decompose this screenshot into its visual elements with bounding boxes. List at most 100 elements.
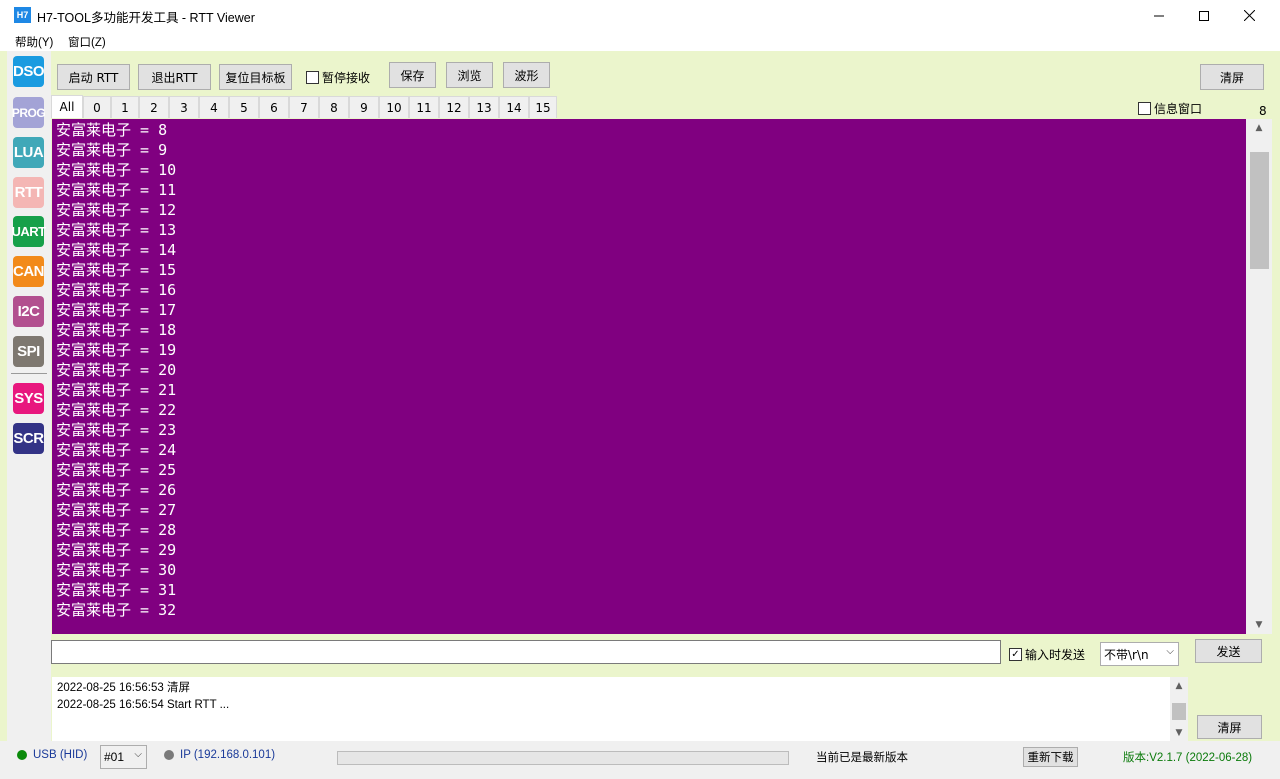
usb-status: USB (HID) bbox=[17, 749, 87, 761]
tab-channel-10[interactable]: 10 bbox=[379, 96, 409, 118]
terminal-line: 安富莱电子 = 17 bbox=[56, 301, 177, 319]
reset-target-button[interactable]: 复位目标板 bbox=[219, 64, 292, 90]
tab-channel-8[interactable]: 8 bbox=[319, 96, 349, 118]
terminal-line: 安富莱电子 = 23 bbox=[56, 421, 177, 439]
save-button[interactable]: 保存 bbox=[389, 62, 436, 88]
log-scroll-thumb[interactable] bbox=[1172, 703, 1186, 720]
sidebar-lua-icon[interactable]: LUA bbox=[13, 137, 44, 168]
pause-receive-checkbox[interactable]: 暂停接收 bbox=[306, 69, 370, 86]
log-scroll-down-icon[interactable]: ▼ bbox=[1170, 724, 1188, 741]
send-button[interactable]: 发送 bbox=[1195, 639, 1262, 663]
redownload-button[interactable]: 重新下载 bbox=[1023, 747, 1078, 767]
sidebar-can-icon[interactable]: CAN bbox=[13, 256, 45, 287]
info-window-box bbox=[1138, 102, 1151, 115]
sidebar-sys-icon[interactable]: SYS bbox=[13, 383, 44, 414]
scroll-thumb[interactable] bbox=[1250, 152, 1269, 269]
tab-channel-5[interactable]: 5 bbox=[229, 96, 259, 118]
window-title: H7-TOOL多功能开发工具 - RTT Viewer bbox=[37, 11, 255, 25]
tab-channel-7[interactable]: 7 bbox=[289, 96, 319, 118]
terminal-line: 安富莱电子 = 9 bbox=[56, 141, 168, 159]
terminal-line: 安富莱电子 = 15 bbox=[56, 261, 177, 279]
terminal-line: 安富莱电子 = 12 bbox=[56, 201, 177, 219]
line-ending-select[interactable]: 不带\r\n ⌵ bbox=[1100, 642, 1179, 666]
tab-channel-14[interactable]: 14 bbox=[499, 96, 529, 118]
maximize-icon bbox=[1199, 10, 1209, 21]
terminal-line: 安富莱电子 = 25 bbox=[56, 461, 177, 479]
info-window-checkbox[interactable]: 信息窗口 bbox=[1138, 100, 1202, 117]
terminal-line: 安富莱电子 = 8 bbox=[56, 121, 168, 139]
terminal-line: 安富莱电子 = 24 bbox=[56, 441, 177, 459]
send-on-input-label: 输入时发送 bbox=[1025, 648, 1086, 662]
title-bar: H7 H7-TOOL多功能开发工具 - RTT Viewer bbox=[0, 0, 1280, 31]
ip-status-dot-icon bbox=[164, 750, 174, 760]
sidebar-rtt-icon[interactable]: RTT bbox=[13, 177, 44, 208]
terminal-scrollbar[interactable]: ▲ ▼ bbox=[1246, 119, 1272, 634]
exit-rtt-button[interactable]: 退出RTT bbox=[138, 64, 211, 90]
minimize-button[interactable] bbox=[1136, 0, 1182, 31]
close-button[interactable] bbox=[1226, 0, 1272, 31]
ip-status: IP (192.168.0.101) bbox=[164, 749, 275, 761]
log-line: 2022-08-25 16:56:53 清屏 bbox=[57, 682, 190, 694]
sidebar-i2c-icon[interactable]: I2C bbox=[13, 296, 44, 327]
terminal-line: 安富莱电子 = 16 bbox=[56, 281, 177, 299]
terminal-line: 安富莱电子 = 19 bbox=[56, 341, 177, 359]
channel-tabs: All 0 1 2 3 4 5 6 7 8 9 10 11 12 13 14 15 bbox=[51, 95, 557, 118]
tab-channel-13[interactable]: 13 bbox=[469, 96, 499, 118]
menu-help[interactable]: 帮助(Y) bbox=[15, 34, 53, 50]
usb-status-label: USB (HID) bbox=[33, 749, 88, 761]
sidebar-uart-icon[interactable]: UART bbox=[11, 216, 46, 247]
tab-channel-6[interactable]: 6 bbox=[259, 96, 289, 118]
scroll-up-icon[interactable]: ▲ bbox=[1246, 119, 1272, 137]
tab-channel-9[interactable]: 9 bbox=[349, 96, 379, 118]
usb-status-dot-icon bbox=[17, 750, 27, 760]
tab-channel-12[interactable]: 12 bbox=[439, 96, 469, 118]
start-rtt-button[interactable]: 启动 RTT bbox=[57, 64, 130, 90]
scroll-down-icon[interactable]: ▼ bbox=[1246, 616, 1272, 634]
menu-window[interactable]: 窗口(Z) bbox=[68, 34, 106, 50]
version-label: 版本:V2.1.7 (2022-06-28) bbox=[1123, 752, 1253, 764]
tab-channel-1[interactable]: 1 bbox=[111, 96, 139, 118]
terminal-line: 安富莱电子 = 21 bbox=[56, 381, 177, 399]
terminal-line: 安富莱电子 = 14 bbox=[56, 241, 177, 259]
chevron-down-icon: ⌵ bbox=[134, 749, 142, 760]
maximize-button[interactable] bbox=[1181, 0, 1227, 31]
ip-status-label: IP (192.168.0.101) bbox=[180, 749, 276, 761]
sidebar-dso-icon[interactable]: DSO bbox=[13, 56, 45, 87]
log-line: 2022-08-25 16:56:54 Start RTT ... bbox=[57, 699, 230, 711]
log-scroll-up-icon[interactable]: ▲ bbox=[1170, 677, 1188, 694]
tab-channel-15[interactable]: 15 bbox=[529, 96, 557, 118]
tab-channel-11[interactable]: 11 bbox=[409, 96, 439, 118]
send-on-input-box: ✓ bbox=[1009, 648, 1022, 661]
tab-channel-3[interactable]: 3 bbox=[169, 96, 199, 118]
sidebar-spi-icon[interactable]: SPI bbox=[13, 336, 44, 367]
send-input[interactable] bbox=[51, 640, 1001, 664]
terminal-line: 安富莱电子 = 22 bbox=[56, 401, 177, 419]
terminal-line: 安富莱电子 = 28 bbox=[56, 521, 177, 539]
app-logo-icon: H7 bbox=[14, 7, 31, 23]
tab-channel-4[interactable]: 4 bbox=[199, 96, 229, 118]
sidebar-scr-icon[interactable]: SCR bbox=[13, 423, 44, 454]
terminal-line: 安富莱电子 = 32 bbox=[56, 601, 177, 619]
tab-channel-2[interactable]: 2 bbox=[139, 96, 169, 118]
minimize-icon bbox=[1154, 15, 1164, 16]
tab-channel-0[interactable]: 0 bbox=[83, 96, 111, 118]
sidebar: DSO PROG LUA RTT UART CAN I2C SPI SYS SC… bbox=[7, 51, 51, 741]
clear-log-button[interactable]: 清屏 bbox=[1197, 715, 1262, 739]
terminal-line: 安富莱电子 = 30 bbox=[56, 561, 177, 579]
terminal-line: 安富莱电子 = 11 bbox=[56, 181, 177, 199]
terminal-line: 安富莱电子 = 10 bbox=[56, 161, 177, 179]
browse-button[interactable]: 浏览 bbox=[446, 62, 493, 88]
rtt-terminal[interactable]: 安富莱电子 = 8 安富莱电子 = 9 安富莱电子 = 10 安富莱电子 = 11 安富… bbox=[52, 119, 1246, 634]
send-on-input-checkbox[interactable]: ✓ 输入时发送 bbox=[1009, 646, 1085, 663]
terminal-line: 安富莱电子 = 27 bbox=[56, 501, 177, 519]
clear-screen-button[interactable]: 清屏 bbox=[1200, 64, 1264, 90]
terminal-line: 安富莱电子 = 31 bbox=[56, 581, 177, 599]
pause-receive-box bbox=[306, 71, 319, 84]
line-ending-value: 不带\r\n bbox=[1104, 647, 1149, 662]
tab-all[interactable]: All bbox=[51, 95, 83, 118]
waveform-button[interactable]: 波形 bbox=[503, 62, 550, 88]
log-scrollbar[interactable]: ▲ ▼ bbox=[1170, 677, 1188, 741]
log-panel[interactable]: 2022-08-25 16:56:53 清屏 2022-08-25 16:56:… bbox=[52, 677, 1188, 741]
device-select[interactable]: #01 ⌵ bbox=[100, 745, 147, 769]
sidebar-prog-icon[interactable]: PROG bbox=[12, 97, 46, 128]
